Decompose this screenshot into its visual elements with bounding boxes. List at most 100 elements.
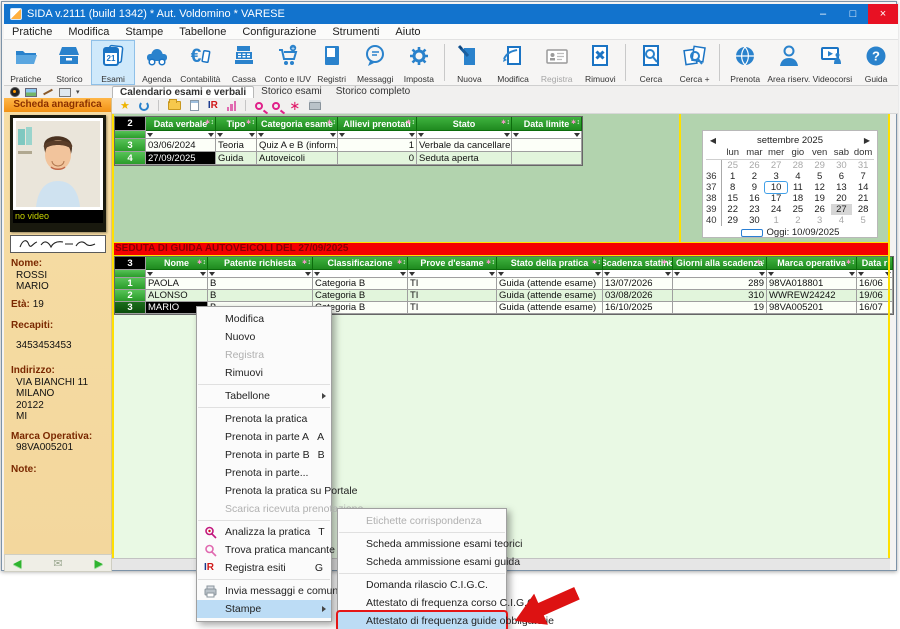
cell-scadenza[interactable]: 16/10/2025 <box>603 302 673 314</box>
row-number[interactable]: 1 <box>115 278 146 290</box>
toolbar-cerca[interactable]: Cerca <box>629 40 673 85</box>
column-header[interactable]: Classificazione∗↕ <box>313 257 408 270</box>
cell-prove[interactable]: TI <box>408 302 497 314</box>
cell-scadenza[interactable]: 03/08/2026 <box>603 290 673 302</box>
magic-wand-icon[interactable]: ★ <box>120 101 130 111</box>
cell-marca[interactable]: 98VA018801 <box>767 278 857 290</box>
filter-cell[interactable] <box>673 270 767 278</box>
ir-esiti-icon[interactable]: IR <box>208 100 218 111</box>
calendar-day[interactable]: 5 <box>852 215 874 226</box>
toolbar-esami[interactable]: 21 Esami <box>91 40 135 85</box>
calendar-day[interactable]: 15 <box>722 193 744 204</box>
toolbar-storico[interactable]: Storico <box>48 40 92 85</box>
row-number[interactable]: 2 <box>115 290 146 302</box>
calendar-day[interactable]: 1 <box>722 171 744 182</box>
calendar-day[interactable]: 19 <box>809 193 831 204</box>
printer-icon[interactable] <box>309 102 321 110</box>
menu-item-prenota-parte-b[interactable]: Prenota in parte BB <box>197 446 331 464</box>
calendar-day[interactable]: 28 <box>852 204 874 215</box>
cell-nome[interactable]: ALONSO <box>146 290 208 302</box>
cell-classificazione[interactable]: Categoria B <box>313 278 408 290</box>
calendar-day[interactable]: 2 <box>744 171 766 182</box>
calendar-day[interactable]: 5 <box>809 171 831 182</box>
menu-item-modifica[interactable]: Modifica <box>197 310 331 328</box>
filter-cell[interactable] <box>603 270 673 278</box>
menu-tabellone[interactable]: Tabellone <box>171 24 234 40</box>
menu-item-prenota-in-parte[interactable]: Prenota in parte... <box>197 464 331 482</box>
column-header[interactable]: Allievi prenotati∗↕ <box>338 117 417 131</box>
previous-record-icon[interactable]: ◀ <box>13 557 21 570</box>
minimize-button[interactable]: – <box>808 4 838 24</box>
cell-allievi[interactable]: 0 <box>338 152 417 165</box>
brush-icon[interactable] <box>42 87 54 97</box>
calendar-day[interactable]: 26 <box>809 204 831 215</box>
calendar-prev-icon[interactable]: ◀ <box>706 136 720 145</box>
cell-tipo[interactable]: Teoria <box>216 139 257 152</box>
calendar-day[interactable]: 18 <box>787 193 809 204</box>
cell-stato[interactable]: Seduta aperta <box>417 152 512 165</box>
calendar-day[interactable]: 7 <box>852 171 874 182</box>
calendar-day[interactable]: 25 <box>787 204 809 215</box>
toolbar-rimuovi[interactable]: Rimuovi <box>579 40 623 85</box>
submenu-item-scheda-teorici[interactable]: Scheda ammissione esami teorici <box>338 535 506 553</box>
calendar-day[interactable]: 8 <box>722 182 744 193</box>
submenu-item-attestato-corso-cigc[interactable]: Attestato di frequenza corso C.I.G.C <box>338 594 506 612</box>
calendar-next-icon[interactable]: ▶ <box>860 136 874 145</box>
calendar-day[interactable]: 31 <box>852 160 874 171</box>
calendar-day[interactable]: 4 <box>831 215 853 226</box>
column-header[interactable]: Stato∗↕ <box>417 117 512 131</box>
calendar-day[interactable]: 26 <box>744 160 766 171</box>
cell-nome[interactable]: PAOLA <box>146 278 208 290</box>
menu-item-analizza[interactable]: Analizza la praticaT <box>197 523 331 541</box>
submenu-item-domanda-cigc[interactable]: Domanda rilascio C.I.G.C. <box>338 576 506 594</box>
cell-giorni[interactable]: 19 <box>673 302 767 314</box>
menu-item-invia-messaggi[interactable]: Invia messaggi e comunicazioni <box>197 582 331 600</box>
cell-categoria[interactable]: Quiz A e B (inform.) <box>257 139 338 152</box>
cell-prove[interactable]: TI <box>408 278 497 290</box>
open-folder-icon[interactable] <box>168 101 181 110</box>
calendar-day[interactable]: 17 <box>765 193 787 204</box>
calendar-day[interactable]: 25 <box>722 160 744 171</box>
cell-allievi[interactable]: 1 <box>338 139 417 152</box>
filter-cell[interactable] <box>512 131 582 139</box>
column-header[interactable]: Categoria esame∗↕ <box>257 117 338 131</box>
calendar-day[interactable]: 11 <box>787 182 809 193</box>
cell-giorni[interactable]: 310 <box>673 290 767 302</box>
calendar-day[interactable]: 22 <box>722 204 744 215</box>
column-header[interactable]: Marca operativa∗↕ <box>767 257 857 270</box>
toolbar-agenda[interactable]: Agenda <box>135 40 179 85</box>
menu-item-prenota-pratica[interactable]: Prenota la pratica <box>197 410 331 428</box>
toolbar-messaggi[interactable]: Messaggi <box>353 40 397 85</box>
filter-cell[interactable] <box>208 270 313 278</box>
dropdown-arrow-icon[interactable]: ▾ <box>76 88 80 96</box>
menu-item-tabellone[interactable]: Tabellone <box>197 387 331 405</box>
calendar-day[interactable]: 29 <box>722 215 744 226</box>
cell-stato[interactable]: Verbale da cancellare <box>417 139 512 152</box>
maximize-button[interactable]: □ <box>838 4 868 24</box>
toolbar-cerca-piu[interactable]: Cerca + <box>673 40 717 85</box>
column-header[interactable]: Nome∗↕ <box>146 257 208 270</box>
envelope-icon[interactable]: ✉ <box>53 557 62 570</box>
menu-item-registra-esiti[interactable]: IR Registra esitiG <box>197 559 331 577</box>
menu-stampe[interactable]: Stampe <box>117 24 171 40</box>
cell-marca[interactable]: 98VA005201 <box>767 302 857 314</box>
filter-cell[interactable] <box>313 270 408 278</box>
column-header[interactable]: Prove d'esame∗↕ <box>408 257 497 270</box>
toolbar-registri[interactable]: Registri <box>310 40 354 85</box>
calendar-day[interactable]: 28 <box>787 160 809 171</box>
cell-scadenza[interactable]: 13/07/2026 <box>603 278 673 290</box>
calendar-day[interactable]: 3 <box>809 215 831 226</box>
calendar-day[interactable]: 20 <box>831 193 853 204</box>
magnifier-plus-icon[interactable] <box>272 102 280 110</box>
filter-cell[interactable] <box>146 270 208 278</box>
cell-classificazione[interactable]: Categoria B <box>313 290 408 302</box>
cell-stato-pratica[interactable]: Guida (attende esame) <box>497 290 603 302</box>
column-header[interactable]: Data verbale∗↕ <box>146 117 216 131</box>
menu-configurazione[interactable]: Configurazione <box>234 24 324 40</box>
column-header[interactable]: Scadenza statino∗↕ <box>603 257 673 270</box>
calendar-day[interactable]: 30 <box>744 215 766 226</box>
column-header[interactable]: Giorni alla scadenza∗↕ <box>673 257 767 270</box>
today-label[interactable]: Oggi: 10/09/2025 <box>767 227 840 238</box>
calendar-day[interactable]: 23 <box>744 204 766 215</box>
filter-cell[interactable] <box>497 270 603 278</box>
